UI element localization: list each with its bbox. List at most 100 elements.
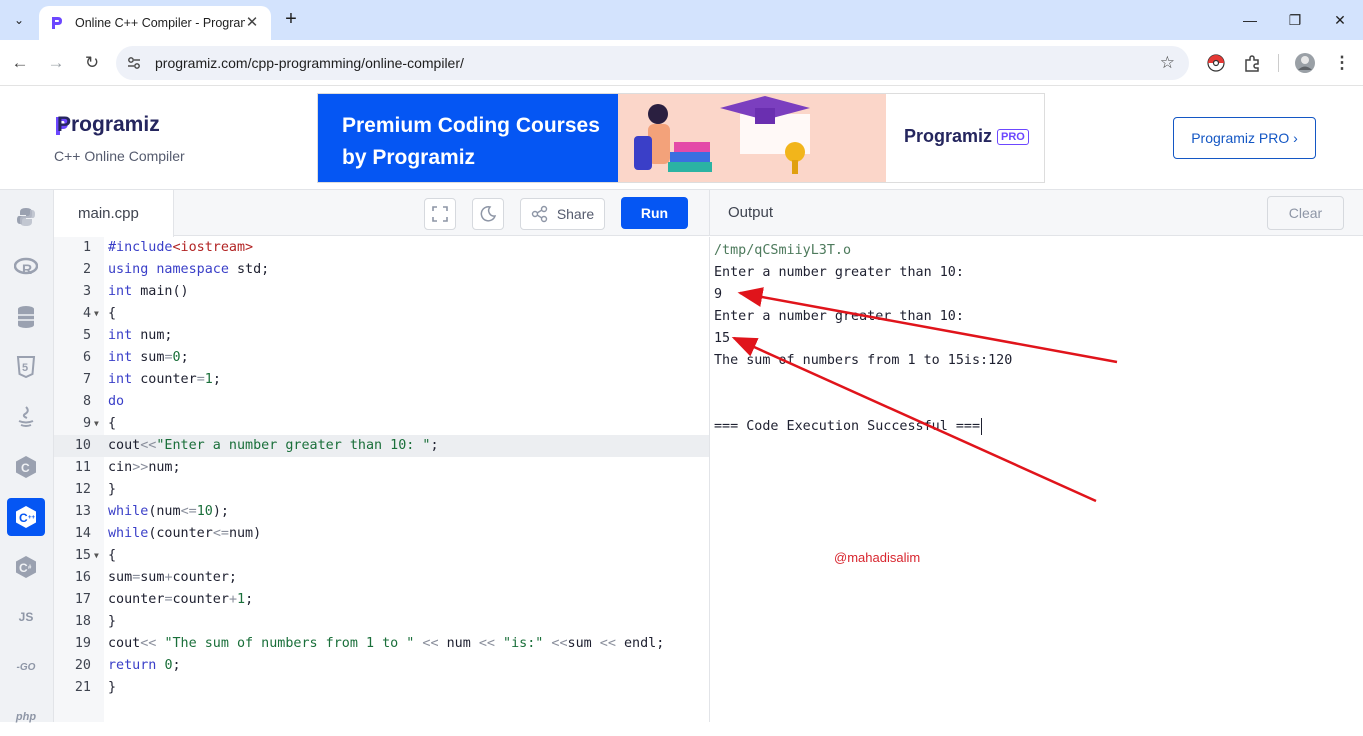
r-icon[interactable]: R xyxy=(7,248,45,286)
code-text: sum=sum+counter; xyxy=(108,570,237,585)
profile-avatar[interactable] xyxy=(1294,52,1316,74)
logo-text: Programiz xyxy=(57,113,160,136)
line-number: 9 xyxy=(82,416,91,431)
programiz-logo[interactable]: Programiz xyxy=(55,113,160,137)
minimize-icon[interactable]: — xyxy=(1240,10,1260,30)
javascript-icon[interactable]: JS xyxy=(7,598,45,636)
code-line[interactable]: 6 int sum=0; xyxy=(54,347,709,369)
output-line: 9 xyxy=(714,287,723,302)
more-menu-icon[interactable]: ⋮ xyxy=(1330,51,1354,75)
code-line[interactable]: 8 do xyxy=(54,391,709,413)
code-line[interactable]: 17 counter=counter+1; xyxy=(54,589,709,611)
code-text: { xyxy=(108,548,117,563)
java-icon[interactable] xyxy=(7,398,45,436)
close-icon[interactable]: ✕ xyxy=(243,14,261,32)
code-line[interactable]: 10 cout<<"Enter a number greater than 10:… xyxy=(54,435,709,457)
ad-banner[interactable]: Premium Coding Courses by Programiz Prog… xyxy=(317,93,1045,183)
url-text: programiz.com/cpp-programming/online-com… xyxy=(155,55,464,71)
svg-text:C: C xyxy=(19,561,28,575)
forward-icon[interactable]: → xyxy=(44,51,68,75)
dark-mode-icon[interactable] xyxy=(472,198,504,230)
code-line[interactable]: 7 int counter=1; xyxy=(54,369,709,391)
line-number: 8 xyxy=(82,394,91,409)
clear-button[interactable]: Clear xyxy=(1267,196,1344,230)
code-line[interactable]: 1 #include<iostream> xyxy=(54,237,709,259)
text-cursor xyxy=(981,417,983,435)
share-button[interactable]: Share xyxy=(520,198,605,230)
site-info-icon[interactable] xyxy=(126,55,142,71)
programiz-pro-button[interactable]: Programiz PRO › xyxy=(1173,117,1316,159)
omnibox[interactable]: programiz.com/cpp-programming/online-com… xyxy=(116,46,1189,80)
csharp-icon[interactable]: C # xyxy=(7,548,45,586)
svg-text:C: C xyxy=(19,511,28,525)
line-number: 20 xyxy=(74,658,91,673)
code-line[interactable]: 20 return 0; xyxy=(54,655,709,677)
file-tab[interactable]: main.cpp xyxy=(54,190,174,237)
html-icon[interactable]: 5 xyxy=(7,348,45,386)
sql-icon[interactable] xyxy=(7,298,45,336)
fullscreen-icon[interactable] xyxy=(424,198,456,230)
output-line: Enter a number greater than 10: xyxy=(714,309,964,324)
code-line[interactable]: 2 using namespace std; xyxy=(54,259,709,281)
code-text: #include<iostream> xyxy=(108,240,254,255)
code-text: } xyxy=(108,482,117,497)
code-line[interactable]: 18} xyxy=(54,611,709,633)
code-line[interactable]: 5 int num; xyxy=(54,325,709,347)
code-line[interactable]: 12} xyxy=(54,479,709,501)
line-number: 16 xyxy=(74,570,91,585)
browser-tab[interactable]: Online C++ Compiler - Programiz ✕ xyxy=(39,6,271,40)
fold-arrow-icon[interactable]: ▼ xyxy=(94,303,99,325)
window-close-icon[interactable]: ✕ xyxy=(1330,10,1350,30)
c-icon[interactable]: C xyxy=(7,448,45,486)
line-number: 7 xyxy=(82,372,91,387)
code-lines[interactable]: 1 #include<iostream> 2 using namespace std;… xyxy=(54,237,709,699)
line-number: 10 xyxy=(74,438,91,453)
extension-icon[interactable] xyxy=(1205,52,1227,74)
output-line: === Code Execution Successful === xyxy=(714,419,981,434)
code-line[interactable]: 19 cout<< "The sum of numbers from 1 to "… xyxy=(54,633,709,655)
code-line[interactable]: 9 ▼ { xyxy=(54,413,709,435)
go-icon[interactable]: -GO xyxy=(7,648,45,686)
svg-text:++: ++ xyxy=(28,515,36,521)
reload-icon[interactable]: ↻ xyxy=(80,51,104,75)
line-number: 2 xyxy=(82,262,91,277)
code-text: return 0; xyxy=(108,658,181,673)
bookmark-star-icon[interactable]: ☆ xyxy=(1160,53,1175,73)
restore-icon[interactable]: ❐ xyxy=(1285,10,1305,30)
code-line[interactable]: 4 ▼ { xyxy=(54,303,709,325)
language-sidebar: R 5 C C ++ C # JS -GO php xyxy=(0,190,54,723)
favicon xyxy=(52,17,62,29)
php-icon[interactable]: php xyxy=(7,698,45,736)
code-text: { xyxy=(108,306,117,321)
fold-arrow-icon[interactable]: ▼ xyxy=(94,545,99,567)
output-line: /tmp/qCSmiiyL3T.o xyxy=(714,243,852,258)
line-number: 17 xyxy=(74,592,91,607)
tab-search-icon[interactable]: ⌄ xyxy=(6,8,32,32)
svg-text:R: R xyxy=(22,261,32,277)
python-icon[interactable] xyxy=(7,198,45,236)
code-line[interactable]: 13 while(num<=10); xyxy=(54,501,709,523)
code-line[interactable]: 16 sum=sum+counter; xyxy=(54,567,709,589)
code-text: cout<<"Enter a number greater than 10: "… xyxy=(108,438,439,453)
cpp-icon[interactable]: C ++ xyxy=(7,498,45,536)
fold-arrow-icon[interactable]: ▼ xyxy=(94,413,99,435)
svg-text:C: C xyxy=(21,461,30,475)
back-icon[interactable]: ← xyxy=(8,51,32,75)
share-icon xyxy=(531,205,548,223)
output-console[interactable]: /tmp/qCSmiiyL3T.o Enter a number greater … xyxy=(709,237,1363,722)
code-line[interactable]: 11 cin>>num; xyxy=(54,457,709,479)
code-line[interactable]: 14 while(counter<=num) xyxy=(54,523,709,545)
new-tab-icon[interactable]: + xyxy=(280,8,302,32)
banner-brand: Programiz PRO xyxy=(904,126,1029,147)
puzzle-icon[interactable] xyxy=(1242,52,1264,74)
editor-toolbar: main.cpp Share Run xyxy=(54,190,709,237)
code-text: while(counter<=num) xyxy=(108,526,262,541)
banner-brand-name: Programiz xyxy=(904,126,993,146)
code-text: } xyxy=(108,680,117,695)
line-number: 1 xyxy=(82,240,91,255)
browser-tab-bar: ⌄ Online C++ Compiler - Programiz ✕ + — … xyxy=(0,0,1363,40)
code-line[interactable]: 3 int main() xyxy=(54,281,709,303)
code-line[interactable]: 21} xyxy=(54,677,709,699)
code-line[interactable]: 15 ▼ { xyxy=(54,545,709,567)
run-button[interactable]: Run xyxy=(621,197,688,229)
